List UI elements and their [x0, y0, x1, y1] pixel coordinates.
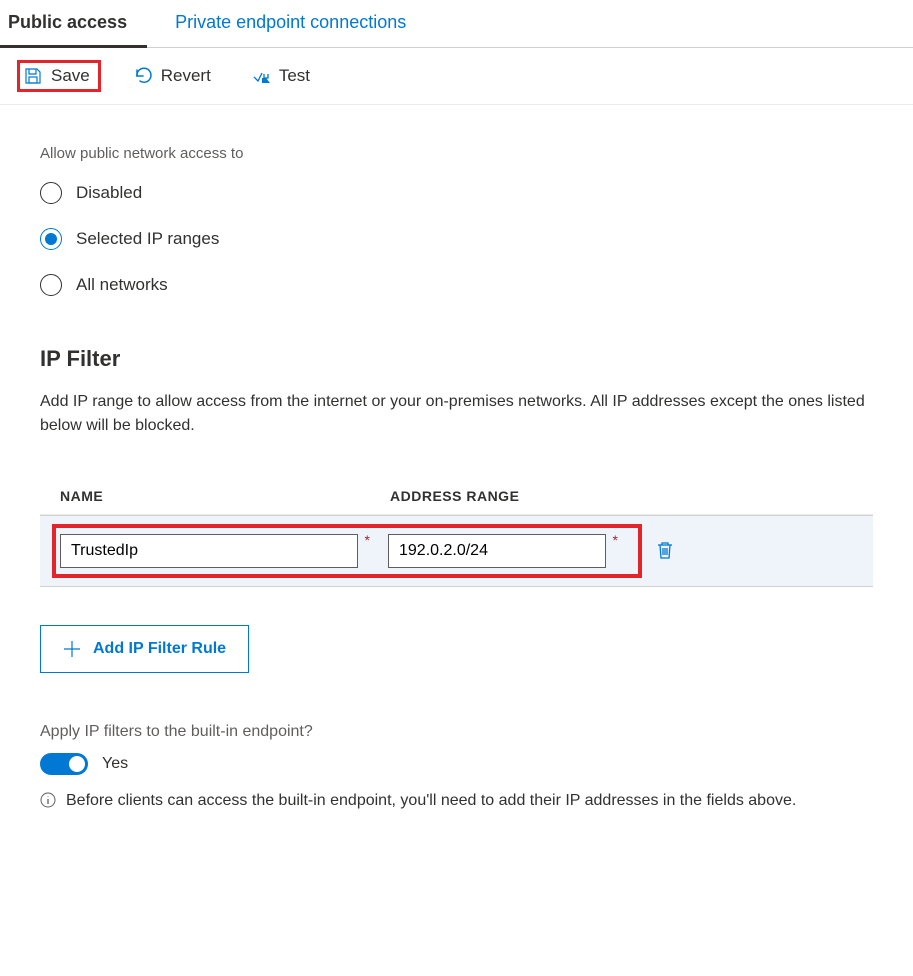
ipfilter-description: Add IP range to allow access from the in…	[40, 390, 873, 438]
info-icon	[40, 792, 56, 808]
radio-all-label: All networks	[76, 275, 168, 295]
apply-info: Before clients can access the built-in e…	[40, 789, 873, 813]
plus-icon	[63, 640, 81, 658]
tab-public-access[interactable]: Public access	[0, 0, 147, 48]
apply-toggle[interactable]	[40, 753, 88, 775]
radio-disabled-label: Disabled	[76, 183, 142, 203]
save-button[interactable]: Save	[17, 60, 101, 92]
add-button-label: Add IP Filter Rule	[93, 640, 226, 658]
rule-address-input[interactable]	[388, 534, 606, 568]
revert-label: Revert	[161, 66, 211, 86]
radio-disabled[interactable]: Disabled	[40, 182, 873, 204]
tab-private-endpoint[interactable]: Private endpoint connections	[167, 0, 426, 48]
radio-circle-icon	[40, 228, 62, 250]
radio-selected-label: Selected IP ranges	[76, 229, 219, 249]
ipfilter-heading: IP Filter	[40, 346, 873, 372]
add-ip-filter-button[interactable]: Add IP Filter Rule	[40, 625, 249, 673]
access-radio-group: Disabled Selected IP ranges All networks	[40, 182, 873, 296]
ipfilter-row: * *	[40, 515, 873, 587]
tab-bar: Public access Private endpoint connectio…	[0, 0, 913, 48]
toggle-value: Yes	[102, 755, 128, 773]
radio-circle-icon	[40, 274, 62, 296]
delete-rule-button[interactable]	[656, 540, 674, 563]
trash-icon	[656, 540, 674, 560]
radio-all-networks[interactable]: All networks	[40, 274, 873, 296]
rule-name-input[interactable]	[60, 534, 358, 568]
radio-circle-icon	[40, 182, 62, 204]
content: Allow public network access to Disabled …	[0, 105, 913, 833]
column-address: ADDRESS RANGE	[390, 488, 650, 504]
toggle-thumb	[69, 756, 85, 772]
test-label: Test	[279, 66, 310, 86]
apply-label: Apply IP filters to the built-in endpoin…	[40, 723, 873, 741]
revert-icon	[133, 66, 153, 86]
column-name: NAME	[60, 488, 390, 504]
required-indicator: *	[613, 532, 618, 548]
radio-selected-ip[interactable]: Selected IP ranges	[40, 228, 873, 250]
apply-section: Apply IP filters to the built-in endpoin…	[40, 723, 873, 813]
revert-button[interactable]: Revert	[125, 60, 219, 92]
required-indicator: *	[365, 532, 370, 548]
save-icon	[23, 66, 43, 86]
toolbar: Save Revert Test	[0, 48, 913, 105]
access-label: Allow public network access to	[40, 145, 873, 162]
test-button[interactable]: Test	[243, 60, 318, 92]
test-icon	[251, 66, 271, 86]
ipfilter-table-header: NAME ADDRESS RANGE	[40, 478, 873, 515]
save-label: Save	[51, 66, 90, 86]
apply-toggle-row: Yes	[40, 753, 873, 775]
apply-info-text: Before clients can access the built-in e…	[66, 789, 796, 813]
